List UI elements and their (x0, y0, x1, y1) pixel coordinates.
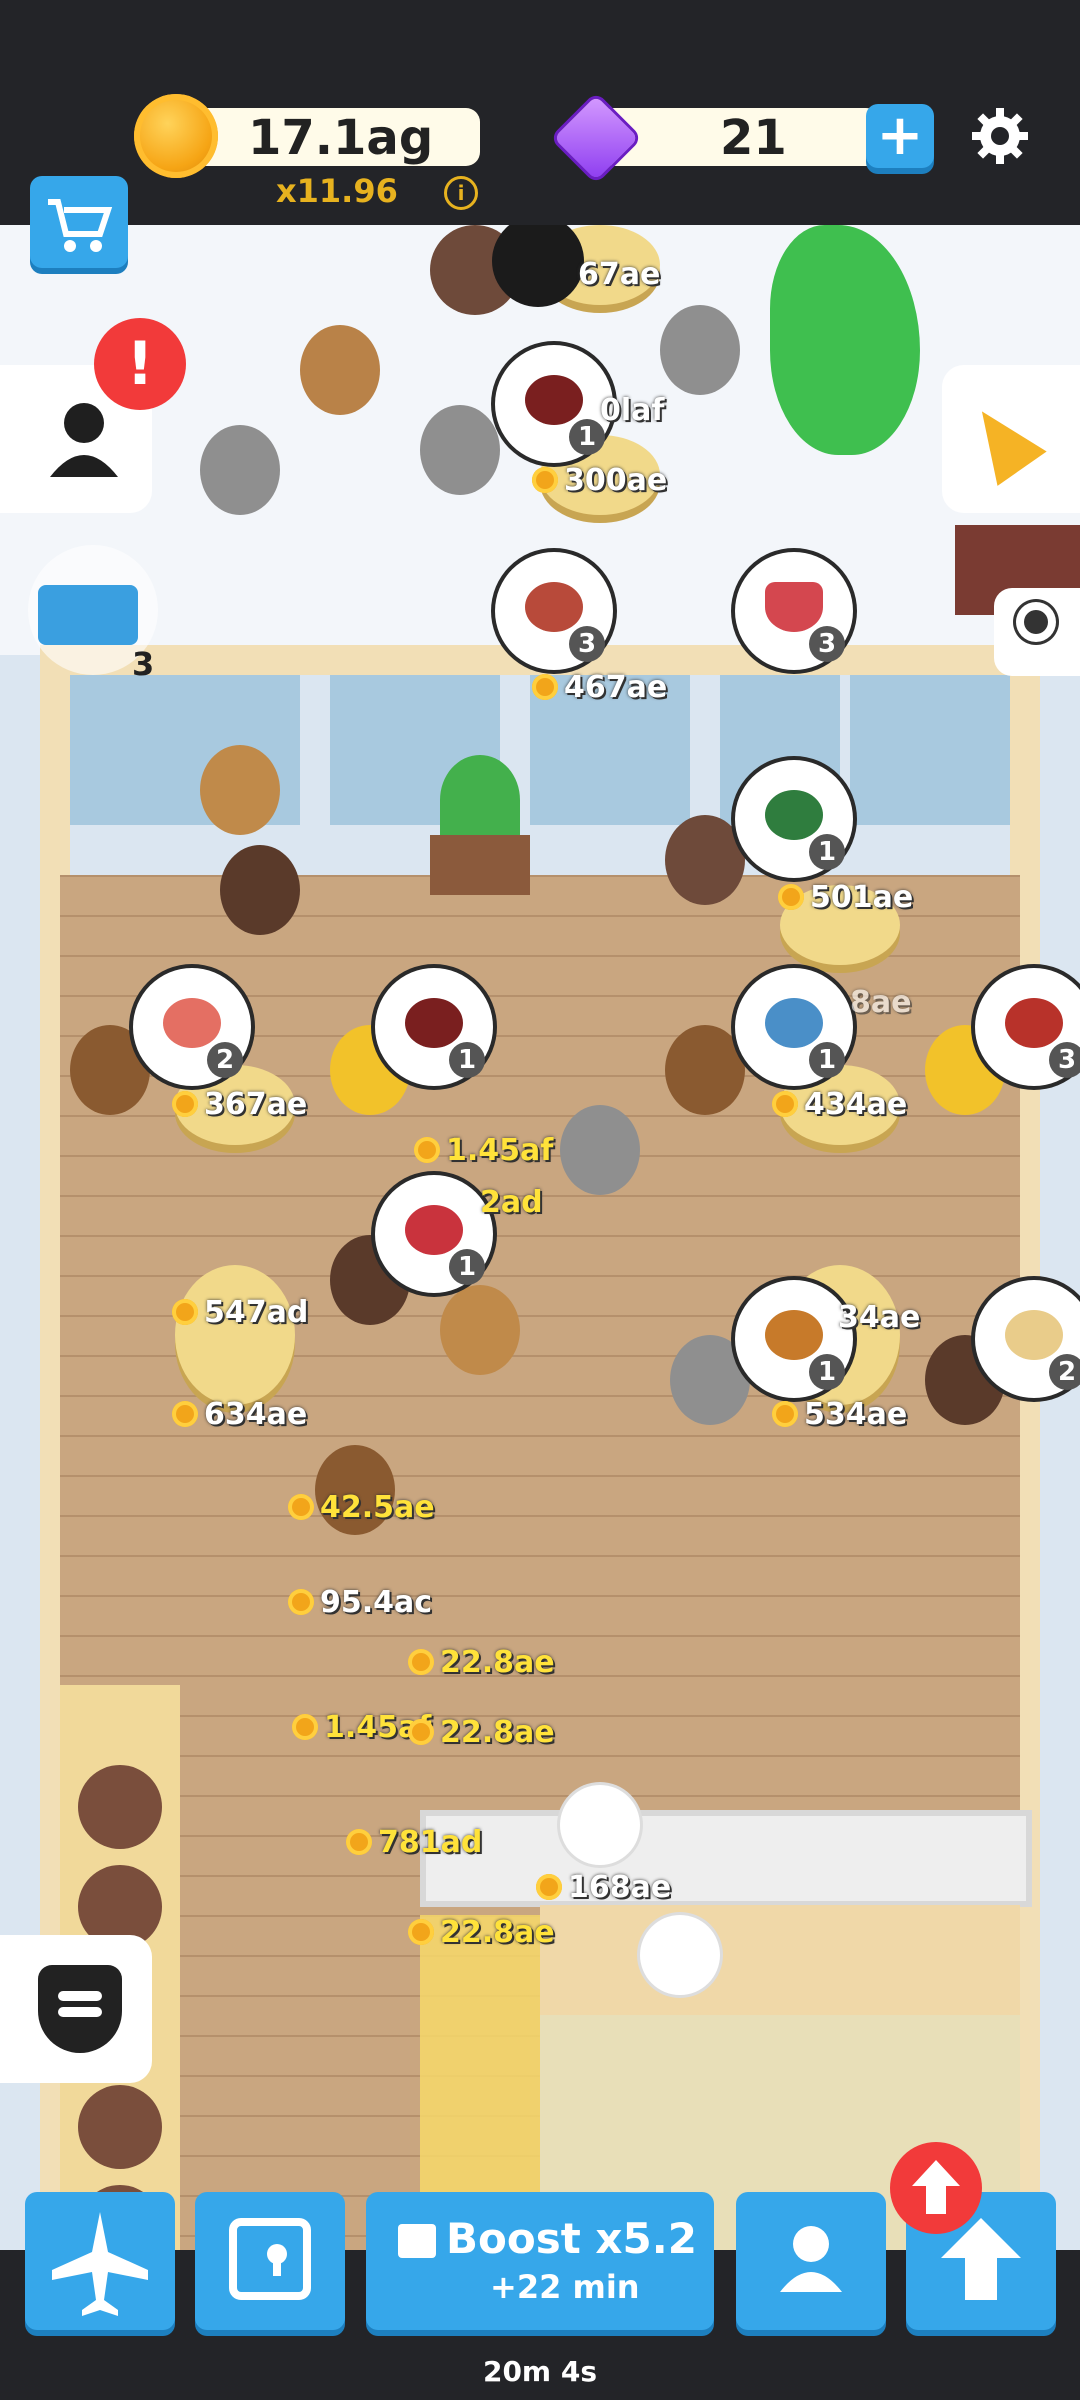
dining-table (175, 1265, 295, 1405)
order-bubble[interactable]: 1 (375, 968, 493, 1086)
arrow-up-icon (912, 2160, 960, 2214)
order-bubble[interactable]: 1 (495, 345, 613, 463)
gem-amount: 21 (720, 110, 787, 166)
money-label: 300ae (532, 463, 667, 498)
money-label: 634ae (172, 1397, 307, 1432)
chef (640, 1915, 720, 1995)
money-label: 501ae (778, 880, 913, 915)
order-bubble[interactable]: 3 (495, 552, 613, 670)
coin-amount: 17.1ag (248, 110, 434, 166)
toolbox-icon (38, 585, 138, 645)
kitchen-prep-line (540, 1905, 1020, 2033)
money-label: 42.5ae (288, 1490, 435, 1525)
money-label: 95.4ac (288, 1585, 432, 1620)
money-label: 434ae (772, 1087, 907, 1122)
customer (665, 1025, 745, 1115)
income-multiplier: x11.96 (276, 172, 398, 210)
money-label: 8ae (850, 985, 912, 1020)
salad-icon (765, 790, 823, 840)
customer (660, 305, 740, 395)
money-label: 22.8ae (408, 1915, 555, 1950)
party-popper-icon (957, 394, 1047, 486)
toolbox-button[interactable]: 3 (28, 545, 158, 683)
upgrade-alert-badge (890, 2142, 982, 2234)
plus-icon: + (876, 103, 924, 168)
burger-icon (765, 1310, 823, 1360)
order-bubble[interactable]: 2 (133, 968, 251, 1086)
money-label: 22.8ae (408, 1715, 555, 1750)
sushi-plate-icon (163, 998, 221, 1048)
coin-icon (134, 94, 218, 178)
event-button[interactable] (942, 365, 1080, 513)
order-bubble[interactable]: 1 (375, 1175, 493, 1293)
chef-menu-button[interactable] (0, 1935, 152, 2083)
wine-glass-icon (765, 582, 823, 632)
person-icon (780, 2226, 842, 2292)
boost-timer: 20m 4s (482, 2355, 598, 2388)
money-label: 547ad (172, 1295, 308, 1330)
planter-box (430, 835, 530, 895)
order-bubble[interactable]: 1 (735, 760, 853, 878)
chef (560, 1785, 640, 1865)
money-label: 534ae (772, 1397, 907, 1432)
tomato-soup-icon (405, 1205, 463, 1255)
money-label: 34ae (838, 1300, 921, 1335)
serving-counter (420, 1810, 1032, 1907)
order-bubble[interactable]: 3 (735, 552, 853, 670)
roast-chicken-icon (525, 375, 583, 425)
boost-label: Boost x5.2 (446, 2214, 697, 2263)
alert-badge: ! (94, 318, 186, 410)
toolbox-count: 3 (132, 645, 155, 683)
vault-button[interactable] (195, 2192, 345, 2330)
money-label: 2ad (480, 1185, 543, 1220)
restaurant-scene: 1 3 3 1 2 1 1 3 1 1 2 67ae 0laf 300ae 46… (0, 225, 1080, 2250)
burger-icon (38, 1965, 122, 2053)
customer (665, 815, 745, 905)
info-icon[interactable]: i (444, 176, 478, 210)
customer (420, 405, 500, 495)
potted-plant (440, 755, 520, 845)
boost-duration: +22 min (490, 2268, 640, 2306)
customer (200, 425, 280, 515)
money-label: 67ae (578, 257, 661, 292)
steak-fries-icon (525, 582, 583, 632)
wine-barrel (78, 2085, 162, 2169)
achievements-button[interactable] (994, 588, 1080, 676)
customer (200, 745, 280, 835)
roast-chicken-icon (405, 998, 463, 1048)
shop-button[interactable] (30, 176, 128, 268)
top-bar: 17.1ag x11.96 i 21 + (0, 0, 1080, 225)
airplane-icon (52, 2212, 148, 2316)
cart-icon (48, 199, 113, 252)
order-bubble[interactable]: 1 (735, 968, 853, 1086)
money-label: 0laf (600, 393, 665, 428)
lobster-icon (1005, 998, 1063, 1048)
waiter (220, 845, 300, 935)
add-gems-button[interactable]: + (866, 104, 934, 168)
money-label: 1.45af (414, 1133, 553, 1168)
safe-icon (229, 2218, 311, 2300)
settings-button[interactable] (968, 104, 1032, 168)
money-label: 467ae (532, 670, 667, 705)
wine-barrel (78, 1765, 162, 1849)
video-ad-icon (398, 2224, 436, 2258)
fish-plate-icon (765, 998, 823, 1048)
staff-button[interactable] (736, 2192, 886, 2330)
gear-icon (972, 108, 1028, 164)
order-bubble[interactable]: 1 (735, 1280, 853, 1398)
window (850, 675, 1010, 825)
ribbon-award-icon (1016, 602, 1056, 642)
waiter (440, 1285, 520, 1375)
customer (300, 325, 380, 415)
customer (560, 1105, 640, 1195)
travel-button[interactable] (25, 2192, 175, 2330)
boost-button[interactable]: Boost x5.2 +22 min (366, 2192, 714, 2330)
money-label: 22.8ae (408, 1645, 555, 1680)
money-label: 168ae (536, 1870, 671, 1905)
money-label: 367ae (172, 1087, 307, 1122)
money-label: 781ad (346, 1825, 482, 1860)
cake-slice-icon (1005, 1310, 1063, 1360)
